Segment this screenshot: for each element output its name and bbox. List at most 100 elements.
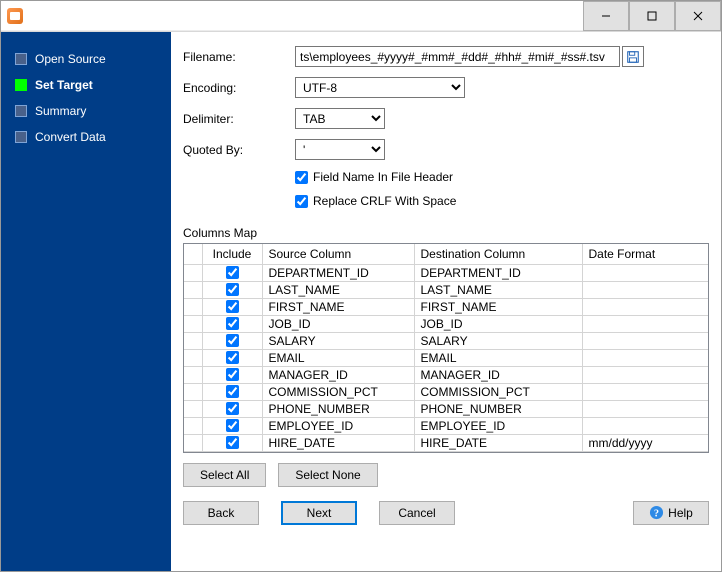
source-cell[interactable]: DEPARTMENT_ID (262, 264, 414, 281)
table-row[interactable]: SALARYSALARY (184, 332, 708, 349)
row-header[interactable] (184, 264, 202, 281)
field-name-header-checkbox[interactable] (295, 171, 308, 184)
dateformat-cell[interactable] (582, 332, 708, 349)
row-header[interactable] (184, 383, 202, 400)
step-summary[interactable]: Summary (15, 98, 171, 124)
include-checkbox[interactable] (226, 419, 239, 432)
replace-crlf-label: Replace CRLF With Space (313, 194, 456, 208)
table-row[interactable]: EMPLOYEE_IDEMPLOYEE_ID (184, 417, 708, 434)
destination-cell[interactable]: EMPLOYEE_ID (414, 417, 582, 434)
minimize-button[interactable] (583, 1, 629, 31)
table-row[interactable]: EMAILEMAIL (184, 349, 708, 366)
include-checkbox[interactable] (226, 351, 239, 364)
header-source[interactable]: Source Column (262, 244, 414, 264)
columns-table-wrap[interactable]: Include Source Column Destination Column… (183, 243, 709, 453)
close-button[interactable] (675, 1, 721, 31)
include-cell (202, 417, 262, 434)
row-header[interactable] (184, 281, 202, 298)
destination-cell[interactable]: SALARY (414, 332, 582, 349)
main-area: Open Source Set Target Summary Convert D… (1, 31, 721, 571)
select-all-button[interactable]: Select All (183, 463, 266, 487)
header-dateformat[interactable]: Date Format (582, 244, 708, 264)
include-cell (202, 349, 262, 366)
include-checkbox[interactable] (226, 334, 239, 347)
destination-cell[interactable]: FIRST_NAME (414, 298, 582, 315)
table-row[interactable]: DEPARTMENT_IDDEPARTMENT_ID (184, 264, 708, 281)
destination-cell[interactable]: DEPARTMENT_ID (414, 264, 582, 281)
header-destination[interactable]: Destination Column (414, 244, 582, 264)
browse-file-button[interactable] (622, 46, 644, 67)
source-cell[interactable]: MANAGER_ID (262, 366, 414, 383)
delimiter-select[interactable]: TAB (295, 108, 385, 129)
delimiter-row: Delimiter: TAB (183, 108, 709, 129)
source-cell[interactable]: FIRST_NAME (262, 298, 414, 315)
include-checkbox[interactable] (226, 385, 239, 398)
destination-cell[interactable]: MANAGER_ID (414, 366, 582, 383)
table-row[interactable]: LAST_NAMELAST_NAME (184, 281, 708, 298)
source-cell[interactable]: COMMISSION_PCT (262, 383, 414, 400)
source-cell[interactable]: LAST_NAME (262, 281, 414, 298)
destination-cell[interactable]: PHONE_NUMBER (414, 400, 582, 417)
include-checkbox[interactable] (226, 283, 239, 296)
next-button[interactable]: Next (281, 501, 357, 525)
source-cell[interactable]: EMPLOYEE_ID (262, 417, 414, 434)
destination-cell[interactable]: JOB_ID (414, 315, 582, 332)
include-checkbox[interactable] (226, 317, 239, 330)
source-cell[interactable]: HIRE_DATE (262, 434, 414, 451)
include-checkbox[interactable] (226, 266, 239, 279)
help-label: Help (668, 506, 693, 520)
replace-crlf-checkbox[interactable] (295, 195, 308, 208)
maximize-button[interactable] (629, 1, 675, 31)
table-row[interactable]: PHONE_NUMBERPHONE_NUMBER (184, 400, 708, 417)
quoted-by-row: Quoted By: ' (183, 139, 709, 160)
destination-cell[interactable]: LAST_NAME (414, 281, 582, 298)
source-cell[interactable]: PHONE_NUMBER (262, 400, 414, 417)
include-checkbox[interactable] (226, 368, 239, 381)
destination-cell[interactable]: HIRE_DATE (414, 434, 582, 451)
row-header[interactable] (184, 400, 202, 417)
table-row[interactable]: HIRE_DATEHIRE_DATEmm/dd/yyyy (184, 434, 708, 451)
dateformat-cell[interactable] (582, 298, 708, 315)
header-include[interactable]: Include (202, 244, 262, 264)
row-header[interactable] (184, 315, 202, 332)
select-none-button[interactable]: Select None (278, 463, 377, 487)
row-header[interactable] (184, 298, 202, 315)
row-header[interactable] (184, 417, 202, 434)
dateformat-cell[interactable] (582, 281, 708, 298)
table-row[interactable]: FIRST_NAMEFIRST_NAME (184, 298, 708, 315)
dateformat-cell[interactable] (582, 366, 708, 383)
titlebar (1, 1, 721, 31)
row-header[interactable] (184, 349, 202, 366)
table-row[interactable]: JOB_IDJOB_ID (184, 315, 708, 332)
step-open-source[interactable]: Open Source (15, 46, 171, 72)
include-checkbox[interactable] (226, 300, 239, 313)
table-row[interactable]: COMMISSION_PCTCOMMISSION_PCT (184, 383, 708, 400)
table-row[interactable]: MANAGER_IDMANAGER_ID (184, 366, 708, 383)
source-cell[interactable]: SALARY (262, 332, 414, 349)
step-convert-data[interactable]: Convert Data (15, 124, 171, 150)
destination-cell[interactable]: EMAIL (414, 349, 582, 366)
row-header[interactable] (184, 332, 202, 349)
dateformat-cell[interactable]: mm/dd/yyyy (582, 434, 708, 451)
source-cell[interactable]: JOB_ID (262, 315, 414, 332)
include-checkbox[interactable] (226, 436, 239, 449)
dateformat-cell[interactable] (582, 417, 708, 434)
destination-cell[interactable]: COMMISSION_PCT (414, 383, 582, 400)
back-button[interactable]: Back (183, 501, 259, 525)
source-cell[interactable]: EMAIL (262, 349, 414, 366)
dateformat-cell[interactable] (582, 315, 708, 332)
filename-input[interactable] (295, 46, 620, 67)
dateformat-cell[interactable] (582, 400, 708, 417)
step-set-target[interactable]: Set Target (15, 72, 171, 98)
columns-map-title: Columns Map (183, 226, 709, 240)
dateformat-cell[interactable] (582, 349, 708, 366)
row-header[interactable] (184, 366, 202, 383)
help-button[interactable]: ? Help (633, 501, 709, 525)
encoding-select[interactable]: UTF-8 (295, 77, 465, 98)
dateformat-cell[interactable] (582, 264, 708, 281)
row-header[interactable] (184, 434, 202, 451)
dateformat-cell[interactable] (582, 383, 708, 400)
quoted-by-select[interactable]: ' (295, 139, 385, 160)
cancel-button[interactable]: Cancel (379, 501, 455, 525)
include-checkbox[interactable] (226, 402, 239, 415)
